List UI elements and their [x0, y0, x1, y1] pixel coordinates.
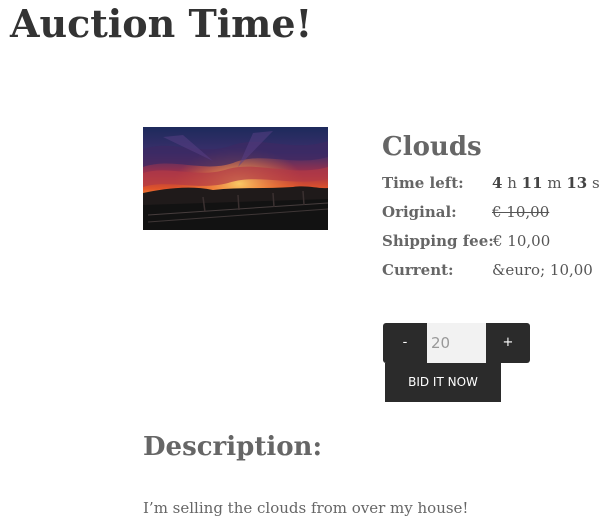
time-left-value: 4 h 11 m 13 s — [492, 173, 600, 193]
description-heading: Description: — [143, 432, 323, 462]
original-price-value: € 10,00 — [492, 203, 550, 221]
increase-bid-button[interactable]: + — [486, 323, 530, 363]
bid-it-now-button[interactable]: BID IT NOW — [385, 363, 501, 402]
time-left-minutes: 11 — [521, 174, 543, 192]
time-left-minutes-unit: m — [547, 174, 562, 192]
item-title: Clouds — [382, 132, 482, 162]
current-price-label: Current: — [382, 261, 454, 279]
bid-amount-input[interactable] — [427, 323, 486, 363]
current-price-value: &euro; 10,00 — [492, 261, 593, 279]
decrease-bid-button[interactable]: - — [383, 323, 427, 363]
bid-amount-stepper: - + — [383, 323, 530, 363]
sunset-image — [143, 127, 328, 230]
shipping-fee-label: Shipping fee: — [382, 232, 494, 250]
time-left-seconds-unit: s — [592, 174, 600, 192]
time-left-label: Time left: — [382, 174, 464, 192]
time-left-hours: 4 — [492, 174, 503, 192]
description-text: I’m selling the clouds from over my hous… — [143, 499, 469, 517]
original-price-label: Original: — [382, 203, 457, 221]
product-image — [143, 127, 328, 230]
page-title: Auction Time! — [10, 1, 313, 46]
time-left-seconds: 13 — [566, 174, 588, 192]
time-left-hours-unit: h — [507, 174, 517, 192]
shipping-fee-value: € 10,00 — [493, 232, 551, 250]
